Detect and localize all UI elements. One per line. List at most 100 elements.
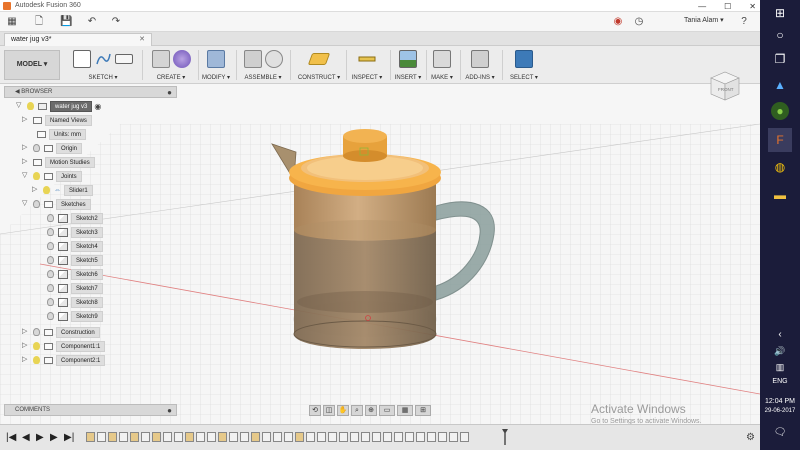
- spline-icon[interactable]: [94, 50, 112, 68]
- close-tab-icon[interactable]: ✕: [139, 34, 145, 46]
- expand-triangle-icon[interactable]: ▷: [32, 186, 39, 194]
- timeline-feature[interactable]: [207, 432, 216, 442]
- workspace-switcher-button[interactable]: MODEL ▾: [4, 50, 60, 80]
- tree-node-sketch4[interactable]: Sketch4: [43, 240, 103, 252]
- visibility-bulb-icon[interactable]: [47, 214, 54, 222]
- tree-node-sketch8[interactable]: Sketch8: [43, 296, 103, 308]
- addins-group[interactable]: ADD-INS ▾: [462, 48, 498, 82]
- minimize-button[interactable]: —: [698, 2, 706, 11]
- view-cube[interactable]: FRONT: [705, 66, 745, 106]
- redo-icon[interactable]: ↷: [110, 16, 122, 28]
- timeline-feature[interactable]: [97, 432, 106, 442]
- insert-image-icon[interactable]: [399, 50, 417, 68]
- visibility-bulb-icon[interactable]: [33, 200, 40, 208]
- chrome-icon[interactable]: ◍: [771, 158, 789, 176]
- timeline-feature[interactable]: [185, 432, 194, 442]
- fit-icon[interactable]: ⊕: [365, 405, 377, 416]
- visibility-bulb-icon[interactable]: [33, 172, 40, 180]
- collapse-triangle-icon[interactable]: ▽: [16, 102, 23, 110]
- data-panel-grid-icon[interactable]: ▦: [6, 16, 18, 28]
- visibility-bulb-icon[interactable]: [47, 298, 54, 306]
- timeline-marker-icon[interactable]: [502, 429, 508, 445]
- network-app-icon[interactable]: ▲: [771, 76, 789, 94]
- collapse-triangle-icon[interactable]: ▽: [22, 200, 29, 208]
- timeline-feature[interactable]: [438, 432, 447, 442]
- timeline-feature[interactable]: [372, 432, 381, 442]
- timeline-feature[interactable]: [119, 432, 128, 442]
- viewports-icon[interactable]: ⊞: [415, 405, 431, 416]
- expand-triangle-icon[interactable]: ▷: [22, 356, 29, 364]
- close-button[interactable]: ✕: [749, 2, 756, 11]
- create-sketch-icon[interactable]: [73, 50, 91, 68]
- timeline-feature[interactable]: [361, 432, 370, 442]
- visibility-bulb-icon[interactable]: [43, 186, 50, 194]
- fusion-360-taskbar-icon[interactable]: F: [768, 128, 792, 152]
- help-icon[interactable]: ?: [738, 16, 750, 28]
- visibility-bulb-icon[interactable]: [33, 356, 40, 364]
- timeline-feature[interactable]: [449, 432, 458, 442]
- tree-node-component2[interactable]: ▷ Component2:1: [22, 354, 106, 366]
- timeline-feature[interactable]: [405, 432, 414, 442]
- tree-node-sketch9[interactable]: Sketch9: [43, 310, 103, 322]
- select-group[interactable]: SELECT ▾: [506, 48, 542, 82]
- timeline-feature[interactable]: [163, 432, 172, 442]
- visibility-bulb-icon[interactable]: [47, 256, 54, 264]
- tree-node-sketch5[interactable]: Sketch5: [43, 254, 103, 266]
- user-account-menu[interactable]: Tania Alam ▾: [684, 16, 724, 24]
- tree-node-joints[interactable]: ▽ Joints: [22, 170, 82, 182]
- timeline-feature[interactable]: [460, 432, 469, 442]
- language-indicator[interactable]: ENG: [760, 378, 800, 385]
- timeline-feature[interactable]: [295, 432, 304, 442]
- zoom-icon[interactable]: ⌕: [351, 405, 363, 416]
- visibility-bulb-icon[interactable]: [33, 328, 40, 336]
- maximize-button[interactable]: ☐: [724, 2, 731, 11]
- assemble-group[interactable]: ASSEMBLE ▾: [240, 48, 286, 82]
- tree-node-units[interactable]: Units: mm: [33, 128, 86, 140]
- tree-node-root[interactable]: ▽ water jug v3 ◉: [16, 100, 101, 112]
- timeline-feature[interactable]: [350, 432, 359, 442]
- visibility-bulb-icon[interactable]: [47, 270, 54, 278]
- rectangle-icon[interactable]: [115, 54, 133, 64]
- timeline-feature[interactable]: [273, 432, 282, 442]
- timeline-feature[interactable]: [218, 432, 227, 442]
- comments-panel-header[interactable]: COMMENTS ●: [4, 404, 177, 416]
- job-status-clock-icon[interactable]: ◷: [633, 16, 645, 28]
- offset-plane-icon[interactable]: [307, 53, 331, 65]
- timeline-feature[interactable]: [108, 432, 117, 442]
- tree-node-motion-studies[interactable]: ▷ Motion Studies: [22, 156, 95, 168]
- visibility-bulb-icon[interactable]: [47, 228, 54, 236]
- 3d-print-icon[interactable]: [433, 50, 451, 68]
- tree-node-sketch7[interactable]: Sketch7: [43, 282, 103, 294]
- timeline-feature[interactable]: [394, 432, 403, 442]
- grid-settings-icon[interactable]: ▦: [397, 405, 413, 416]
- timeline-feature[interactable]: [383, 432, 392, 442]
- timeline-feature[interactable]: [339, 432, 348, 442]
- press-pull-icon[interactable]: [207, 50, 225, 68]
- timeline-feature[interactable]: [130, 432, 139, 442]
- step-back-button[interactable]: ◀: [22, 432, 30, 444]
- save-icon[interactable]: 💾: [60, 16, 72, 28]
- visibility-bulb-icon[interactable]: [47, 284, 54, 292]
- expand-triangle-icon[interactable]: ▷: [22, 158, 29, 166]
- sketch-group[interactable]: SKETCH ▾: [66, 48, 140, 82]
- visibility-bulb-icon[interactable]: [47, 312, 54, 320]
- timeline-feature[interactable]: [141, 432, 150, 442]
- comments-pin-icon[interactable]: ●: [167, 405, 172, 416]
- expand-triangle-icon[interactable]: ▷: [22, 342, 29, 350]
- timeline-feature[interactable]: [86, 432, 95, 442]
- visibility-bulb-icon[interactable]: [33, 342, 40, 350]
- timeline-feature[interactable]: [152, 432, 161, 442]
- clock-time[interactable]: 12:04 PM: [760, 398, 800, 405]
- modify-group[interactable]: MODIFY ▾: [200, 48, 232, 82]
- start-menu-icon[interactable]: ⊞: [771, 4, 789, 22]
- timeline-feature[interactable]: [284, 432, 293, 442]
- sculpt-form-icon[interactable]: [172, 50, 191, 68]
- measure-icon[interactable]: [358, 50, 376, 68]
- inspect-group[interactable]: INSPECT ▾: [348, 48, 386, 82]
- activate-radio-icon[interactable]: ◉: [94, 102, 101, 111]
- timeline-feature[interactable]: [328, 432, 337, 442]
- collapse-triangle-icon[interactable]: ▽: [22, 172, 29, 180]
- timeline-feature[interactable]: [240, 432, 249, 442]
- insert-group[interactable]: INSERT ▾: [392, 48, 424, 82]
- timeline-feature[interactable]: [174, 432, 183, 442]
